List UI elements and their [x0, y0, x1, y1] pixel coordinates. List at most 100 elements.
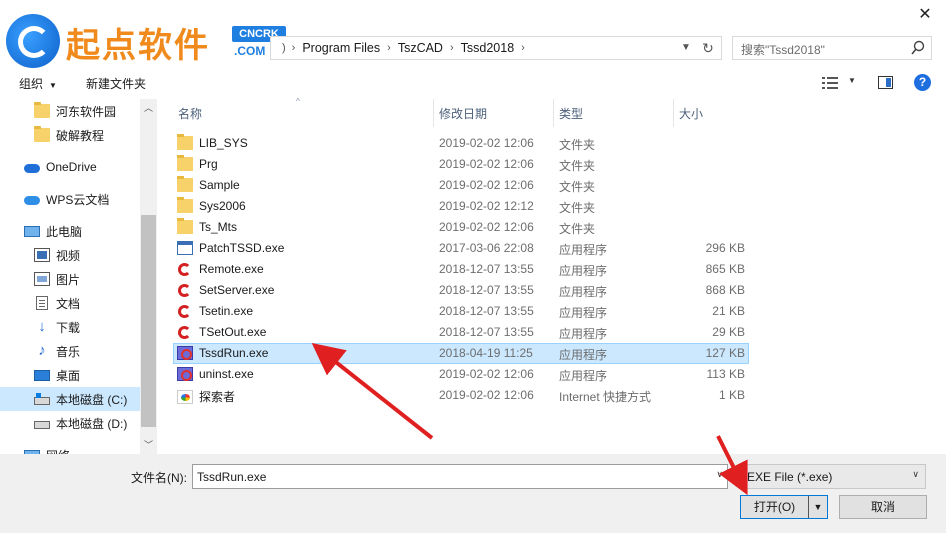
file-name: Sys2006 — [199, 199, 246, 213]
file-row[interactable]: Sys2006 2019-02-02 12:12 文件夹 — [173, 196, 749, 217]
tssd-icon — [177, 346, 193, 360]
nav-item-music[interactable]: ♪ 音乐 — [0, 339, 140, 363]
file-size: 865 KB — [705, 262, 745, 276]
file-row[interactable]: PatchTSSD.exe 2017-03-06 22:08 应用程序 296 … — [173, 238, 749, 259]
chevron-down-icon[interactable]: ∨ — [912, 469, 919, 480]
file-type: 文件夹 — [559, 138, 596, 152]
chevron-right-icon: › — [291, 42, 296, 54]
chevron-up-icon[interactable]: ︿ — [140, 101, 157, 115]
filetype-select[interactable]: EXE File (*.exe) ∨ — [740, 464, 926, 489]
file-row[interactable]: LIB_SYS 2019-02-02 12:06 文件夹 — [173, 133, 749, 154]
nav-item-this-pc[interactable]: 此电脑 — [0, 219, 140, 243]
file-row[interactable]: uninst.exe 2019-02-02 12:06 应用程序 113 KB — [173, 364, 749, 385]
nav-item-documents[interactable]: 文档 — [0, 291, 140, 315]
file-type: 应用程序 — [559, 285, 608, 299]
file-name: Remote.exe — [199, 262, 264, 276]
nav-item-pictures[interactable]: 图片 — [0, 267, 140, 291]
open-button[interactable]: 打开(O) ▼ — [740, 495, 828, 519]
file-name: uninst.exe — [199, 367, 254, 381]
folder-icon — [177, 134, 193, 150]
file-row[interactable]: Sample 2019-02-02 12:06 文件夹 — [173, 175, 749, 196]
nav-scrollbar-thumb[interactable] — [141, 215, 156, 427]
column-header-date[interactable]: 修改日期 — [434, 99, 553, 127]
search-placeholder: 搜索"Tssd2018" — [741, 43, 825, 57]
tssd-icon — [177, 367, 193, 381]
filetype-value: EXE File (*.exe) — [747, 470, 833, 484]
nav-item-drive-d[interactable]: 本地磁盘 (D:) — [0, 411, 140, 435]
breadcrumb-program-files[interactable]: Program Files — [298, 41, 384, 55]
sort-ascending-icon: ^ — [296, 97, 300, 106]
view-options-icon[interactable] — [822, 76, 838, 90]
file-row[interactable]: Prg 2019-02-02 12:06 文件夹 — [173, 154, 749, 175]
file-row-selected[interactable]: TssdRun.exe 2018-04-19 11:25 应用程序 127 KB — [173, 343, 749, 364]
nav-item-drive-c[interactable]: 本地磁盘 (C:) — [0, 387, 140, 411]
file-date: 2018-12-07 13:55 — [439, 283, 534, 297]
nav-item-videos[interactable]: 视频 — [0, 243, 140, 267]
open-button-label[interactable]: 打开(O) — [741, 496, 809, 518]
file-row[interactable]: SetServer.exe 2018-12-07 13:55 应用程序 868 … — [173, 280, 749, 301]
filename-label: 文件名(N): — [131, 471, 187, 485]
file-size: 127 KB — [705, 346, 745, 360]
new-folder-button[interactable]: 新建文件夹 — [86, 75, 146, 92]
address-bar[interactable]: ) › Program Files › TszCAD › Tssd2018 › … — [270, 36, 722, 60]
open-dropdown-icon[interactable]: ▼ — [809, 496, 827, 518]
breadcrumb-tssd2018[interactable]: Tssd2018 — [457, 41, 519, 55]
column-header-type[interactable]: 类型 — [554, 99, 673, 127]
filename-field[interactable]: TssdRun.exe ∨ — [192, 464, 728, 489]
file-row[interactable]: 探索者 2019-02-02 12:06 Internet 快捷方式 1 KB — [173, 385, 749, 406]
help-icon[interactable]: ? — [914, 74, 931, 91]
file-row[interactable]: TSetOut.exe 2018-12-07 13:55 应用程序 29 KB — [173, 322, 749, 343]
nav-item-hedong[interactable]: 河东软件园 — [0, 99, 140, 123]
nav-item-downloads[interactable]: ↓ 下载 — [0, 315, 140, 339]
chevron-right-icon[interactable]: › — [447, 42, 457, 54]
file-row[interactable]: Ts_Mts 2019-02-02 12:06 文件夹 — [173, 217, 749, 238]
search-input[interactable]: 搜索"Tssd2018" — [732, 36, 932, 60]
drive-icon — [34, 393, 50, 405]
file-date: 2019-02-02 12:06 — [439, 367, 534, 381]
column-header-name[interactable]: 名称 — [173, 99, 433, 127]
nav-scrollbar[interactable]: ︿ ﹀ — [140, 99, 157, 454]
organize-menu[interactable]: 组织 ▼ — [19, 75, 57, 92]
refresh-icon[interactable]: ↻ — [699, 37, 717, 59]
navigation-pane: 河东软件园 破解教程 OneDrive WPS云文档 此电脑 视频 图片 文档 … — [0, 99, 157, 454]
nav-item-onedrive[interactable]: OneDrive — [0, 155, 140, 179]
column-header-size[interactable]: 大小 — [674, 99, 752, 127]
folder-icon — [177, 197, 193, 213]
nav-item-crack-tutorial[interactable]: 破解教程 — [0, 123, 140, 147]
chevron-down-icon[interactable]: ﹀ — [140, 438, 157, 452]
file-list: 名称 ^ 修改日期 类型 大小 LIB_SYS 2019-02-02 12:06… — [158, 97, 946, 454]
desktop-icon — [34, 369, 50, 381]
logo-domain: .COM — [234, 44, 266, 58]
chevron-down-icon[interactable]: ∨ — [716, 469, 723, 480]
watermark-logo: 起点软件 CNCRK .COM 网 — [6, 12, 296, 74]
breadcrumb-tszcad[interactable]: TszCAD — [394, 41, 447, 55]
document-icon — [36, 296, 48, 310]
nav-item-wps-cloud[interactable]: WPS云文档 — [0, 187, 140, 211]
file-name: TssdRun.exe — [199, 346, 269, 360]
close-icon[interactable]: ✕ — [910, 4, 940, 26]
chevron-down-icon[interactable]: ▼ — [848, 76, 856, 85]
chevron-right-icon[interactable]: › — [518, 42, 528, 54]
folder-icon — [34, 126, 50, 142]
cancel-button[interactable]: 取消 — [839, 495, 927, 519]
file-type: 文件夹 — [559, 159, 596, 173]
file-name: LIB_SYS — [199, 136, 248, 150]
nav-item-network[interactable]: 网络 — [0, 443, 140, 454]
red-c-icon — [178, 262, 191, 276]
search-icon[interactable] — [911, 40, 925, 56]
address-dropdown-icon[interactable]: ▼ — [677, 37, 695, 59]
app-icon — [177, 241, 193, 255]
nav-item-desktop[interactable]: 桌面 — [0, 363, 140, 387]
computer-icon — [24, 225, 40, 237]
preview-pane-icon[interactable] — [878, 76, 893, 89]
red-c-icon — [178, 304, 191, 318]
file-name: SetServer.exe — [199, 283, 275, 297]
file-row[interactable]: Tsetin.exe 2018-12-07 13:55 应用程序 21 KB — [173, 301, 749, 322]
download-icon: ↓ — [38, 318, 46, 335]
file-row[interactable]: Remote.exe 2018-12-07 13:55 应用程序 865 KB — [173, 259, 749, 280]
chevron-right-icon[interactable]: › — [384, 42, 394, 54]
file-name: Sample — [199, 178, 240, 192]
command-bar: 组织 ▼ 新建文件夹 — [0, 68, 946, 98]
folder-icon — [177, 155, 193, 171]
file-date: 2019-02-02 12:12 — [439, 199, 534, 213]
